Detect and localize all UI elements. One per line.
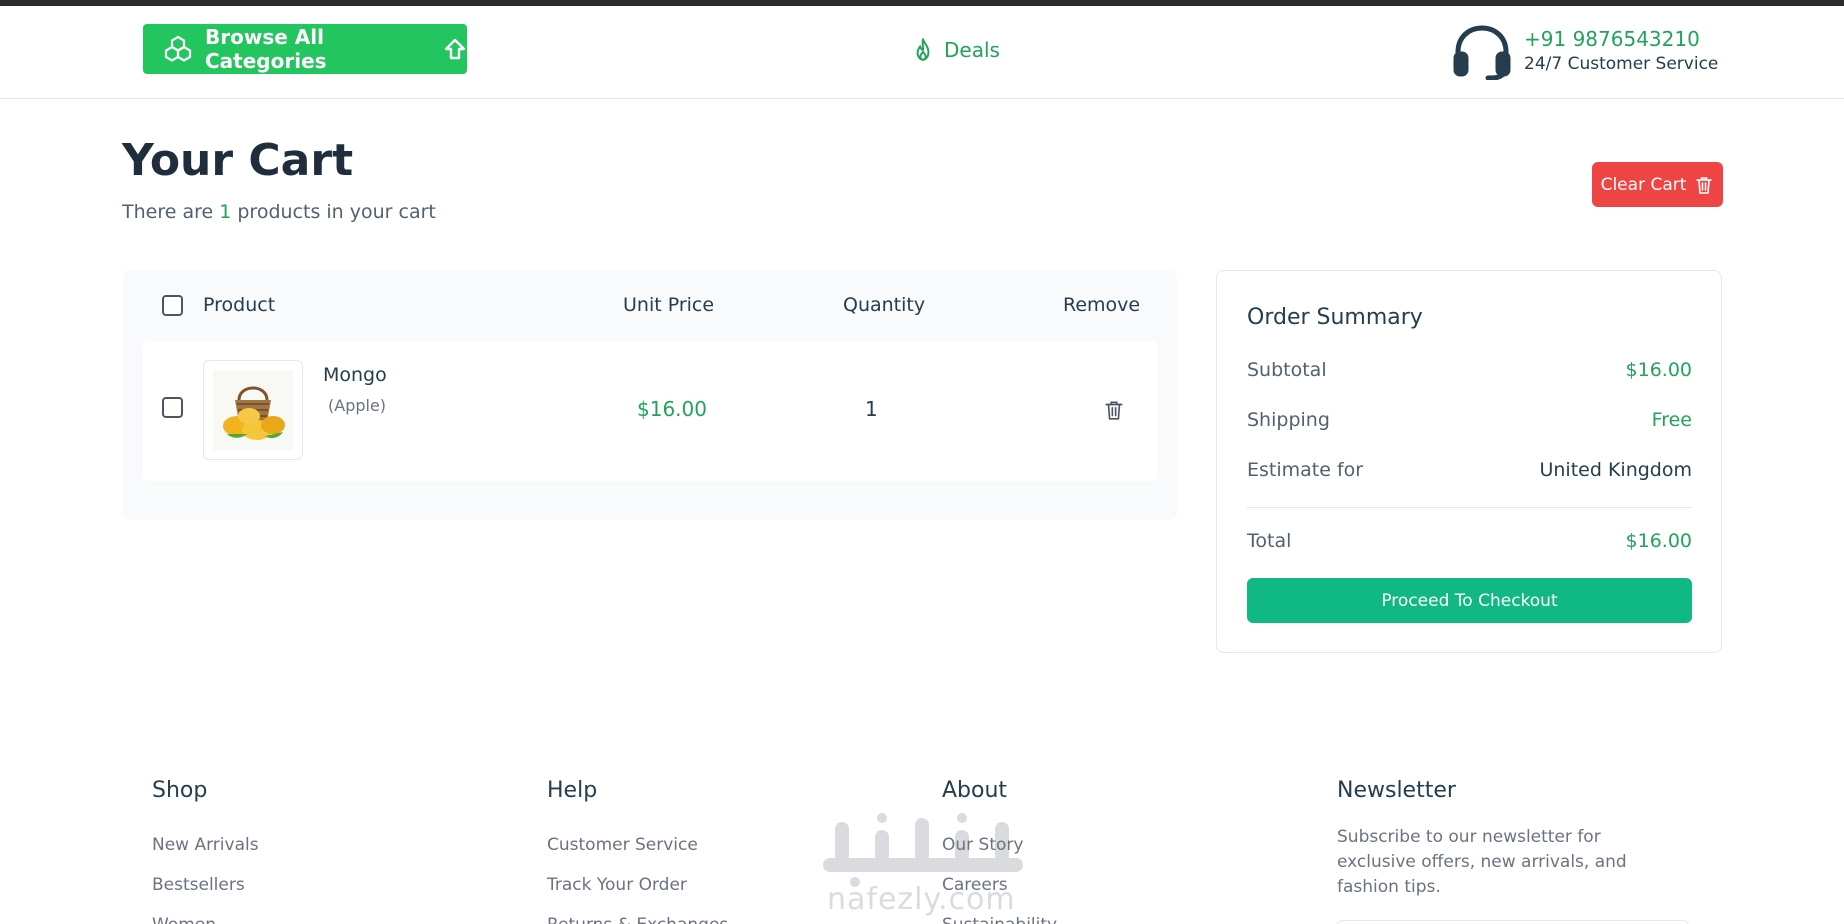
footer-about: About Our Story Careers Sustainability [942,778,1057,924]
newsletter-email-input[interactable] [1337,920,1689,924]
subtotal-label: Subtotal [1247,359,1327,381]
select-all-checkbox[interactable] [162,294,183,316]
footer-newsletter: Newsletter Subscribe to our newsletter f… [1337,778,1689,924]
subtitle-suffix: products in your cart [237,201,436,223]
cart-count: 1 [219,201,232,223]
cart-subtitle: There are 1 products in your cart [122,201,436,223]
footer-help: Help Customer Service Track Your Order R… [547,778,728,924]
clear-cart-button[interactable]: Clear Cart [1592,162,1723,207]
footer-link-our-story[interactable]: Our Story [942,825,1057,865]
customer-support: +91 9876543210 24/7 Customer Service [1450,21,1718,81]
select-all-cell [162,292,183,318]
product-image[interactable] [203,360,303,460]
deals-link[interactable]: Deals [910,36,1000,64]
footer-link-returns[interactable]: Returns & Exchanges [547,905,728,924]
estimate-value: United Kingdom [1539,459,1692,481]
footer-link-track-order[interactable]: Track Your Order [547,865,728,905]
shipping-label: Shipping [1247,409,1330,431]
trash-icon [1105,401,1123,420]
categories-icon [163,34,193,64]
footer-shop: Shop New Arrivals Bestsellers Women [152,778,259,924]
shipping-row: Shipping Free [1247,409,1692,431]
browse-label: Browse All Categories [205,25,327,73]
total-row: Total $16.00 [1247,530,1692,552]
column-header-product: Product [203,294,276,316]
summary-divider [1247,507,1692,508]
proceed-to-checkout-button[interactable]: Proceed To Checkout [1247,578,1692,623]
cart-table: Product Unit Price Quantity Remove Mongo… [123,270,1177,520]
subtotal-value: $16.00 [1625,359,1692,381]
order-summary: Order Summary Subtotal $16.00 Shipping F… [1216,270,1722,653]
product-name[interactable]: Mongo [323,364,387,386]
support-text: +91 9876543210 24/7 Customer Service [1524,26,1718,76]
total-value: $16.00 [1625,530,1692,552]
remove-item-button[interactable] [1103,399,1125,421]
order-summary-title: Order Summary [1247,305,1423,330]
footer-link-customer-service[interactable]: Customer Service [547,825,728,865]
header: Browse All Categories Deals +91 98765432… [0,6,1844,99]
footer-link-bestsellers[interactable]: Bestsellers [152,865,259,905]
footer-link-new-arrivals[interactable]: New Arrivals [152,825,259,865]
footer-link-careers[interactable]: Careers [942,865,1057,905]
table-row: Mongo (Apple) $16.00 1 [143,341,1157,481]
column-header-remove: Remove [1063,294,1141,316]
product-quantity: 1 [865,397,878,421]
footer-link-women[interactable]: Women [152,905,259,924]
column-header-unit-price: Unit Price [623,294,715,316]
estimate-label: Estimate for [1247,459,1364,481]
mango-basket-image [213,370,293,450]
headset-icon [1450,22,1514,80]
clear-cart-label: Clear Cart [1600,174,1687,195]
footer-heading-about: About [942,778,1008,803]
trash-icon [1694,175,1714,195]
subtotal-row: Subtotal $16.00 [1247,359,1692,381]
estimate-row: Estimate for United Kingdom [1247,459,1692,481]
flame-icon [910,37,936,63]
footer-link-sustainability[interactable]: Sustainability [942,905,1057,924]
footer-heading-newsletter: Newsletter [1337,778,1456,803]
product-variant: (Apple) [328,396,387,415]
newsletter-text: Subscribe to our newsletter for exclusiv… [1337,827,1627,897]
arrow-up-icon [443,37,467,61]
total-label: Total [1247,530,1292,552]
footer-heading-help: Help [547,778,598,803]
browse-all-categories-button[interactable]: Browse All Categories [143,24,467,74]
shipping-value: Free [1651,409,1692,431]
support-service-text: 24/7 Customer Service [1524,54,1719,74]
subtitle-prefix: There are [122,201,214,223]
column-header-quantity: Quantity [843,294,926,316]
page-title: Your Cart [122,135,354,186]
footer-heading-shop: Shop [152,778,208,803]
deals-label: Deals [944,38,1000,62]
support-phone[interactable]: +91 9876543210 [1524,26,1718,52]
product-unit-price: $16.00 [637,397,707,421]
row-select-checkbox[interactable] [162,397,183,418]
